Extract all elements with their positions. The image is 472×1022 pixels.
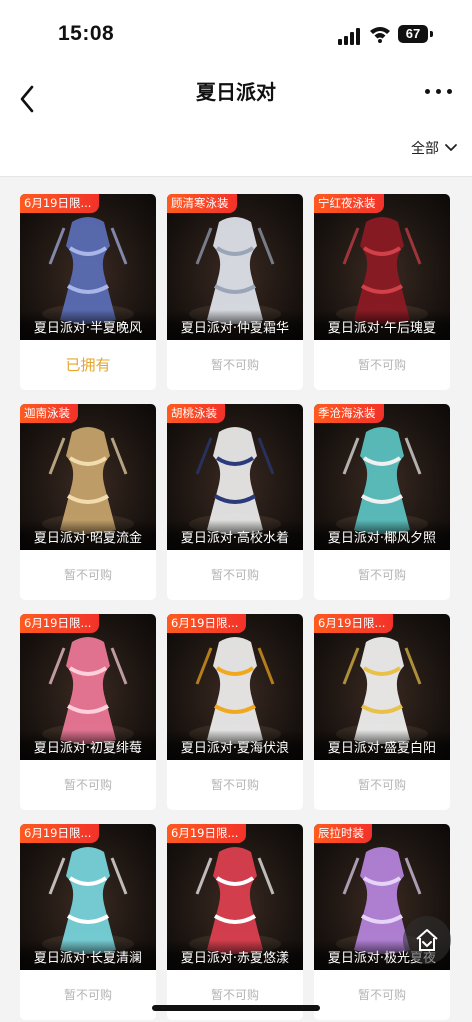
outfit-name: 夏日派对·赤夏悠漾: [180, 951, 290, 966]
filter-dropdown[interactable]: 全部: [411, 134, 458, 162]
unavailable-status: 暂不可购: [210, 988, 259, 1002]
owned-status: 已拥有: [65, 356, 111, 374]
outfit-name: 夏日派对·仲夏霜华: [180, 321, 290, 336]
item-tag-badge: 6月19日限...: [314, 614, 394, 633]
unavailable-status: 暂不可购: [357, 778, 406, 792]
filter-bar: 全部: [0, 130, 472, 177]
item-tag-badge: 6月19日限...: [20, 824, 100, 843]
outfit-name: 夏日派对·昭夏流金: [33, 531, 143, 546]
name-overlay: 夏日派对·夏海伏浪: [167, 730, 303, 760]
outfit-card[interactable]: 胡桃泳装夏日派对·高校水着 暂不可购: [167, 404, 303, 600]
battery-tip: [430, 31, 433, 37]
name-overlay: 夏日派对·仲夏霜华: [167, 310, 303, 340]
outfit-card[interactable]: 6月19日限... 夏日派对·赤夏悠漾 暂不可购: [167, 824, 303, 1020]
back-button[interactable]: [14, 78, 46, 122]
name-overlay: 夏日派对·昭夏流金: [20, 520, 156, 550]
filter-label: 全部: [411, 141, 439, 157]
outfit-image: 宁红夜泳装夏日派对·午后瑰夏: [314, 194, 450, 340]
outfit-card[interactable]: 宁红夜泳装夏日派对·午后瑰夏 暂不可购: [314, 194, 450, 390]
outfit-image: 季沧海泳装夏日派对·椰风夕照: [314, 404, 450, 550]
wifi-icon: [369, 25, 391, 43]
outfit-card[interactable]: 季沧海泳装夏日派对·椰风夕照 暂不可购: [314, 404, 450, 600]
outfit-name: 夏日派对·盛夏白阳: [327, 741, 437, 756]
outfit-image: 迦南泳装夏日派对·昭夏流金: [20, 404, 156, 550]
outfit-card[interactable]: 6月19日限... 夏日派对·盛夏白阳 暂不可购: [314, 614, 450, 810]
item-tag-badge: 季沧海泳装: [314, 404, 384, 423]
outfit-card[interactable]: 迦南泳装夏日派对·昭夏流金 暂不可购: [20, 404, 156, 600]
name-overlay: 夏日派对·椰风夕照: [314, 520, 450, 550]
status-time: 15:08: [58, 22, 115, 45]
unavailable-status: 暂不可购: [210, 778, 259, 792]
outfit-image: 6月19日限... 夏日派对·夏海伏浪: [167, 614, 303, 760]
outfit-name: 夏日派对·初夏绯莓: [33, 741, 143, 756]
outfit-card[interactable]: 顾清寒泳装夏日派对·仲夏霜华 暂不可购: [167, 194, 303, 390]
unavailable-status: 暂不可购: [357, 358, 406, 372]
outfit-image: 胡桃泳装夏日派对·高校水着: [167, 404, 303, 550]
outfit-card[interactable]: 6月19日限... 夏日派对·夏海伏浪 暂不可购: [167, 614, 303, 810]
outfit-name: 夏日派对·半夏晚风: [33, 321, 143, 336]
item-tag-badge: 6月19日限...: [167, 614, 247, 633]
item-tag-badge: 6月19日限...: [167, 824, 247, 843]
cellular-signal-icon: [338, 27, 362, 45]
unavailable-status: 暂不可购: [210, 358, 259, 372]
battery-indicator: 67: [398, 25, 428, 43]
outfit-image: 6月19日限... 夏日派对·赤夏悠漾: [167, 824, 303, 970]
home-icon: [416, 929, 438, 951]
name-overlay: 夏日派对·初夏绯莓: [20, 730, 156, 760]
item-tag-badge: 6月19日限...: [20, 194, 100, 213]
name-overlay: 夏日派对·盛夏白阳: [314, 730, 450, 760]
outfit-name: 夏日派对·椰风夕照: [327, 531, 437, 546]
item-tag-badge: 6月19日限...: [20, 614, 100, 633]
unavailable-status: 暂不可购: [210, 568, 259, 582]
outfit-name: 夏日派对·夏海伏浪: [180, 741, 290, 756]
page-title: 夏日派对: [196, 80, 276, 104]
status-bar: 15:08 67: [0, 0, 472, 70]
item-tag-badge: 宁红夜泳装: [314, 194, 384, 213]
more-dots-icon: [425, 89, 430, 94]
chevron-left-icon: [20, 85, 34, 113]
outfit-image: 6月19日限... 夏日派对·初夏绯莓: [20, 614, 156, 760]
outfit-image: 6月19日限... 夏日派对·长夏清澜: [20, 824, 156, 970]
more-options-button[interactable]: [422, 82, 456, 102]
outfit-card[interactable]: 6月19日限... 夏日派对·半夏晚风 已拥有: [20, 194, 156, 390]
item-tag-badge: 顾清寒泳装: [167, 194, 237, 213]
outfit-name: 夏日派对·长夏清澜: [33, 951, 143, 966]
item-tag-badge: 辰拉时装: [314, 824, 372, 843]
outfit-card[interactable]: 6月19日限... 夏日派对·初夏绯莓 暂不可购: [20, 614, 156, 810]
name-overlay: 夏日派对·午后瑰夏: [314, 310, 450, 340]
unavailable-status: 暂不可购: [357, 568, 406, 582]
name-overlay: 夏日派对·长夏清澜: [20, 940, 156, 970]
outfit-image: 6月19日限... 夏日派对·半夏晚风: [20, 194, 156, 340]
item-tag-badge: 迦南泳装: [20, 404, 78, 423]
item-tag-badge: 胡桃泳装: [167, 404, 225, 423]
unavailable-status: 暂不可购: [357, 988, 406, 1002]
name-overlay: 夏日派对·半夏晚风: [20, 310, 156, 340]
outfit-image: 6月19日限... 夏日派对·盛夏白阳: [314, 614, 450, 760]
unavailable-status: 暂不可购: [63, 568, 112, 582]
name-overlay: 夏日派对·赤夏悠漾: [167, 940, 303, 970]
navigation-bar: 夏日派对: [0, 70, 472, 130]
unavailable-status: 暂不可购: [63, 778, 112, 792]
outfit-card[interactable]: 6月19日限... 夏日派对·长夏清澜 暂不可购: [20, 824, 156, 1020]
back-to-top-button[interactable]: [403, 916, 451, 964]
outfit-image: 顾清寒泳装夏日派对·仲夏霜华: [167, 194, 303, 340]
outfit-name: 夏日派对·高校水着: [180, 531, 290, 546]
outfit-name: 夏日派对·午后瑰夏: [327, 321, 437, 336]
unavailable-status: 暂不可购: [63, 988, 112, 1002]
name-overlay: 夏日派对·高校水着: [167, 520, 303, 550]
chevron-down-icon: [445, 144, 457, 151]
home-indicator: [152, 1005, 320, 1011]
